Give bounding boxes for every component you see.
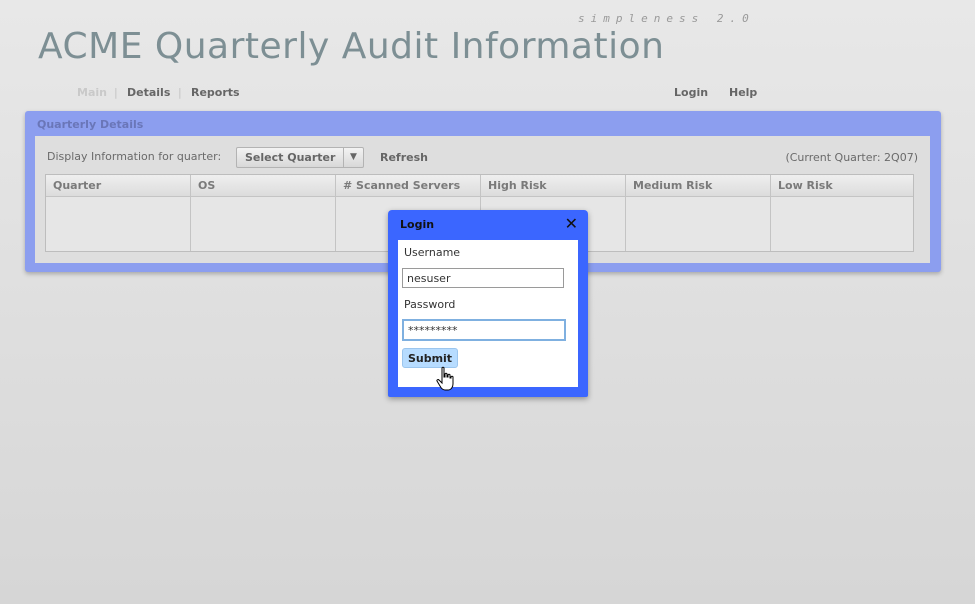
- username-label: Username: [404, 246, 461, 259]
- nav-item-login[interactable]: Login: [674, 86, 708, 99]
- login-dialog: Login ✕ Username Password Submit: [388, 210, 588, 397]
- table-column: Low Risk: [771, 175, 913, 251]
- nav-separator: |: [178, 86, 182, 99]
- dialog-title: Login: [400, 218, 435, 231]
- close-icon[interactable]: ✕: [565, 214, 578, 233]
- panel-title: Quarterly Details: [37, 118, 144, 131]
- password-field[interactable]: [402, 319, 566, 341]
- quarter-filter-label: Display Information for quarter:: [47, 150, 222, 163]
- nav-item-help[interactable]: Help: [729, 86, 757, 99]
- column-header-high-risk[interactable]: High Risk: [488, 179, 547, 192]
- table-column: Medium Risk: [626, 175, 771, 251]
- nav-item-details[interactable]: Details: [127, 86, 170, 99]
- column-header-os[interactable]: OS: [198, 179, 215, 192]
- nav-item-reports[interactable]: Reports: [191, 86, 240, 99]
- nav-separator: |: [114, 86, 118, 99]
- top-nav: Main | Details | Reports Login Help: [0, 86, 975, 100]
- chevron-down-icon[interactable]: ▼: [343, 148, 363, 167]
- column-header-medium-risk[interactable]: Medium Risk: [633, 179, 712, 192]
- quarter-select-value: Select Quarter: [245, 151, 336, 164]
- hand-pointer-icon: [436, 366, 454, 391]
- column-header-scanned-servers[interactable]: # Scanned Servers: [343, 179, 460, 192]
- column-header-quarter[interactable]: Quarter: [53, 179, 101, 192]
- password-label: Password: [404, 298, 456, 311]
- nav-item-main: Main: [77, 86, 107, 99]
- page-title: ACME Quarterly Audit Information: [38, 26, 665, 67]
- tagline: simpleness 2.0: [578, 12, 755, 25]
- table-column: OS: [191, 175, 336, 251]
- submit-button[interactable]: Submit: [402, 348, 458, 368]
- username-field[interactable]: [402, 268, 564, 288]
- refresh-link[interactable]: Refresh: [380, 151, 428, 164]
- quarter-select[interactable]: Select Quarter ▼: [236, 147, 364, 168]
- current-quarter-label: (Current Quarter: 2Q07): [785, 151, 918, 164]
- column-header-low-risk[interactable]: Low Risk: [778, 179, 833, 192]
- login-form: Username Password Submit: [398, 240, 578, 387]
- table-column: Quarter: [46, 175, 191, 251]
